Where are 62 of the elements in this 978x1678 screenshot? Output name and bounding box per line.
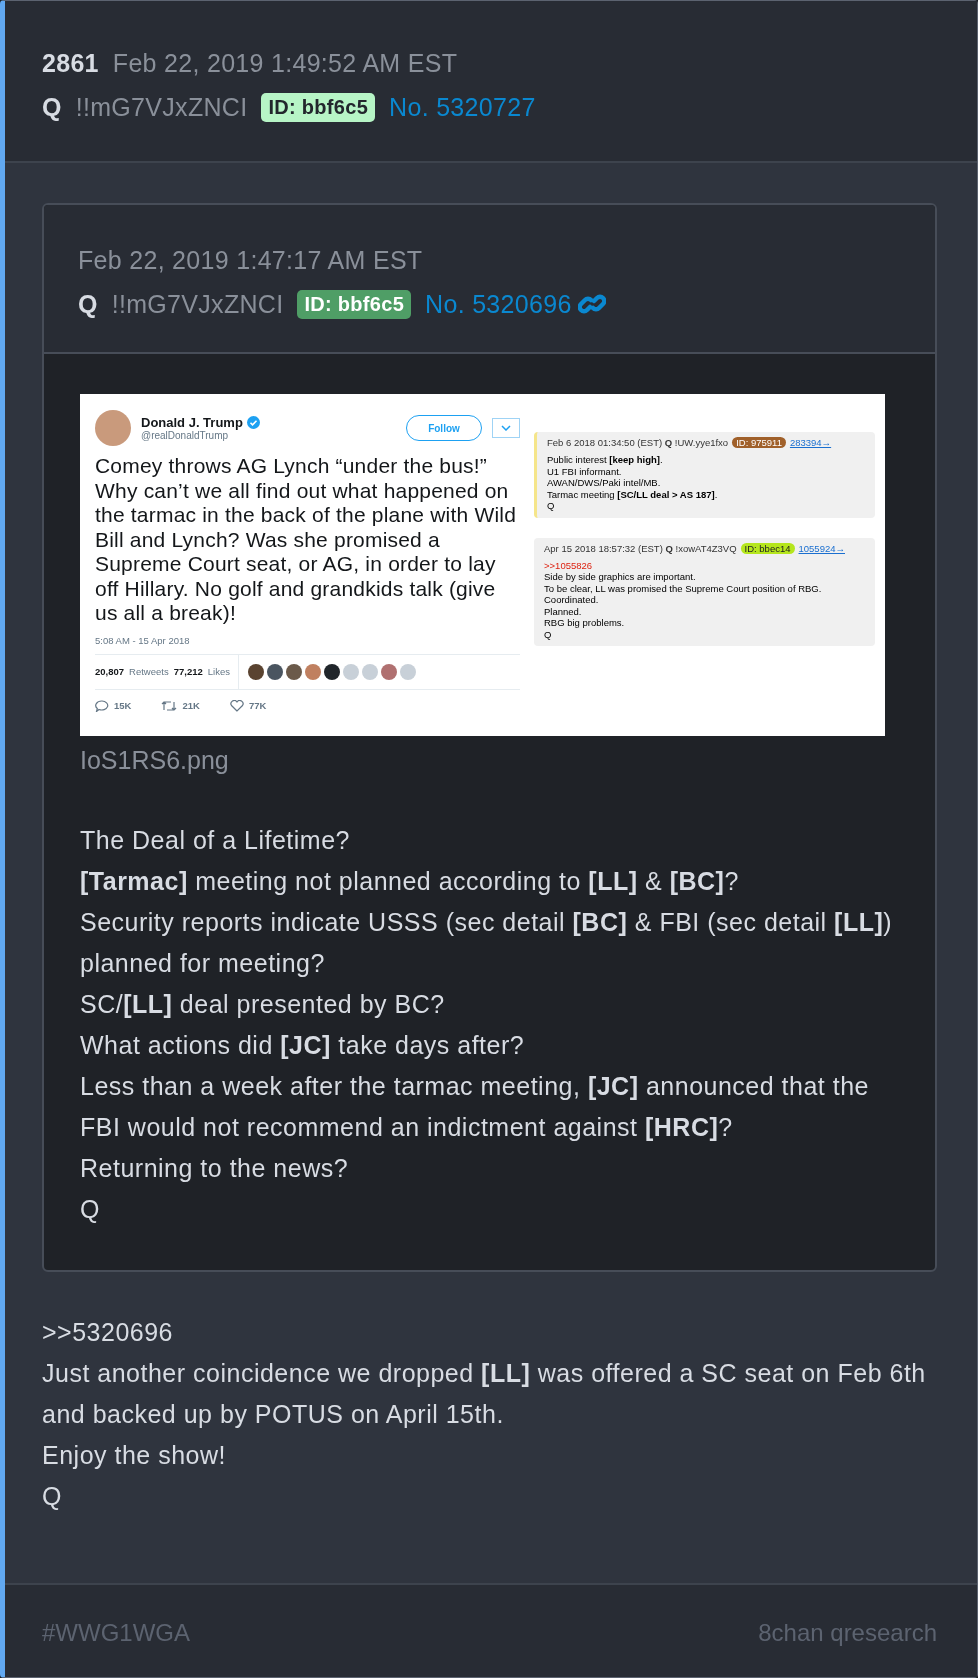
board-source: 8chan qresearch [758,1619,937,1647]
reply-icon[interactable] [95,699,109,712]
post-date: Feb 22, 2019 1:49:52 AM EST [112,48,458,78]
verified-icon [246,416,260,429]
post-text-line: RBG big problems. [544,617,626,629]
post-link[interactable]: No. 5320727 [389,92,536,122]
id-badge: ID: bbf6c5 [297,289,412,319]
like-count: 77,212 [173,666,203,677]
id-badge: ID: bbf6c5 [261,92,376,122]
post-text-line: [Tarmac] meeting not planned according to [LL] & [BC]? [80,866,740,897]
follow-button[interactable]: Follow [406,415,482,441]
post-text-line: Enjoy the show! [42,1440,227,1471]
post-header: Apr 15 2018 18:57:32 (EST) Q !xowAT4Z3VQ [544,542,737,554]
id-badge: ID: bbec14 [740,542,795,554]
post-text-line: Just another coincidence we dropped [LL] was offered a SC seat on Feb 6th and backed up by POTUS on April 15th. [42,1358,927,1430]
post-link[interactable]: 283394→ [789,437,832,448]
post-text-line: >>5320696 [42,1317,175,1348]
heart-icon[interactable] [229,699,244,712]
post-text-line: Q [547,500,556,512]
post-text-line: AWAN/DWS/Paki intel/MB. [547,477,662,489]
reply-reference[interactable]: >>1055826 [544,559,867,571]
post-text-line: Returning to the news? [80,1153,350,1184]
post-text-line: Security reports indicate USSS (sec detail [BC] & FBI (sec detail [LL]) planned for meeting? [80,907,894,979]
tweet-timestamp: 5:08 AM - 15 Apr 2018 [95,634,191,646]
post-date: Feb 22, 2019 1:47:17 AM EST [78,245,423,275]
image-filename: IoS1RS6.png [80,746,230,775]
post-text-line: Q [80,1194,101,1225]
avatar-icon [95,410,131,446]
user-handle: @realDonaldTrump [141,430,230,441]
post-text-line: U1 FBI informant. [547,465,623,477]
poster-name: Q [78,289,98,319]
like-total: 77K [248,700,267,711]
hashtag: #WWG1WGA [42,1619,190,1647]
tripcode: !!mG7VJxZNCI [75,92,248,122]
retweets-label: Retweets [129,666,169,677]
display-name: Donald J. Trump [141,415,243,430]
post-text-line: To be clear, LL was promised the Supreme Court position of RBG. [544,582,823,594]
post-text-line: Side by side graphics are important. [544,571,697,583]
poster-name: Q [42,92,62,122]
post-number: 2861 [42,48,99,78]
post-link[interactable]: 1055924→ [798,542,845,554]
retweet-icon[interactable] [161,699,178,712]
tweet-text: Comey throws AG Lynch “under the bus!” Why can’t we all find out what happened on the tarmac in the back of the plane with Wild Bill and Lynch? Was she promised a Supreme Court seat, or AG, in order to lay off Hillary. No golf and grandkids talk (give us all a break)! [95,454,518,626]
post-link[interactable]: No. 5320696 [425,289,572,319]
post-text-line: Q [42,1481,63,1512]
id-badge: ID: 975911 [732,437,786,448]
likes-label: Likes [207,666,230,677]
post-text-line: What actions did [JC] take days after? [80,1030,526,1061]
post-text-line: Q [544,628,553,640]
post-text-line: Less than a week after the tarmac meeting, [JC] announced that the FBI would not recommend an indictment against [HRC]? [80,1071,870,1143]
post-header: Feb 6 2018 01:34:50 (EST) Q !UW.yye1fxo [547,437,729,448]
retweet-total: 21K [182,700,200,711]
reply-count: 15K [114,700,132,711]
post-text-line: Coordinated. [544,594,600,606]
post-text-line: Tarmac meeting [SC/LL deal > AS 187]. [547,488,719,500]
post-text-line: The Deal of a Lifetime? [80,825,351,856]
chevron-icon [501,425,511,431]
tripcode: !!mG7VJxZNCI [111,289,284,319]
post-text-line: Planned. [544,605,583,617]
retweet-count: 20,807 [95,666,125,677]
post-text-line: Public interest [keep high]. [547,454,664,466]
post-text-line: SC/[LL] deal presented by BC? [80,989,446,1020]
